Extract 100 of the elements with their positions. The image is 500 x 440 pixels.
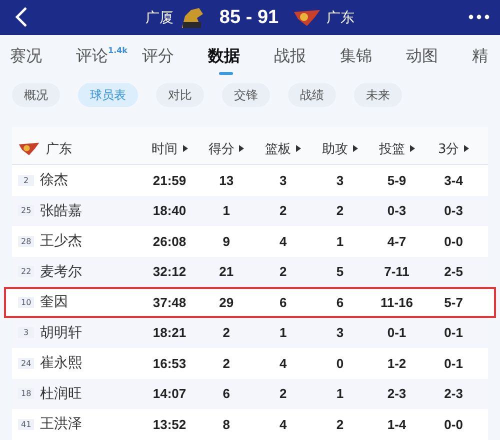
sub-tab[interactable]: 概况 [12,83,60,107]
jersey-number: 18 [18,388,34,400]
player-name[interactable]: 胡明轩 [40,324,82,342]
table-cell-text: 4 [278,356,288,371]
sub-tab[interactable]: 战绩 [288,83,336,107]
column-header[interactable]: 时间 [141,140,198,158]
table-cell-text: 4 [278,416,288,432]
table-cell-text: 0-0 [443,234,464,249]
table-cell-text: 1 [335,234,345,249]
column-header[interactable]: 投篮 [368,140,426,158]
table-cell-text: 14:07 [152,386,188,402]
table-cell-text: 6 [335,294,345,310]
table-cell-text: 5-9 [386,172,408,188]
sort-arrow-icon [410,144,415,152]
tab[interactable]: 评论$^{1.4k}$ [76,43,142,77]
table-cell-text: 21 [218,264,235,280]
table-cell-text: 3-4 [443,172,464,188]
table-cell-text: 13 [218,172,235,188]
column-header[interactable]: 3分 [425,140,482,158]
table-cell-text: 6 [222,386,231,402]
table-cell-text: 2 [335,203,345,218]
table-cell-text: 1 [335,386,345,402]
team-logo-icon [292,8,321,26]
table-cell-text: 16:53 [152,356,188,371]
jersey-number: 24 [18,358,34,369]
table-cell-text: 2 [278,264,288,280]
tab[interactable]: 精 [472,43,500,77]
table-cell-text: 0-3 [443,203,464,218]
table-cell-text: 2-3 [386,386,408,402]
tab[interactable]: 集锦 [340,43,406,77]
tab[interactable]: 评分 [142,43,208,77]
jersey-number: 10 [18,296,34,308]
player-name[interactable]: 徐杰 [40,171,68,190]
sub-tab[interactable]: 对比 [156,83,204,107]
table-cell-text: 13:52 [152,416,188,432]
jersey-number: 41 [18,418,34,430]
table-cell-text: 2 [278,386,288,402]
table-cell-text: 0-1 [386,325,408,340]
column-header[interactable]: 助攻 [312,140,368,158]
table-cell-text: 5 [335,264,345,280]
table-cell-text: 0-0 [443,416,464,432]
table-cell-text: 26:08 [152,234,188,249]
team-name: 广东 [46,140,72,158]
table-cell-text: 0-3 [386,203,408,218]
sub-tab[interactable]: 未来 [354,83,402,107]
table-cell-text: 3 [335,325,345,340]
table-cell-text: 32:12 [152,264,188,280]
sort-arrow-icon [352,144,358,152]
tab[interactable]: 数据 [208,43,274,77]
table-cell-text: 1 [278,325,288,340]
player-name[interactable]: 奎因 [40,293,68,312]
player-name[interactable]: 王少杰 [40,232,82,250]
back-icon[interactable] [14,6,28,28]
table-cell-text: 3 [278,172,288,188]
table-cell-text: 2 [222,356,231,371]
team-logo-icon [18,142,40,156]
table-cell-text: 8 [222,416,231,432]
table-cell-text: 18:21 [152,325,188,340]
sort-arrow-icon [182,144,188,152]
table-cell-text: 5-7 [443,294,464,310]
table-cell-text: 2 [335,416,345,432]
more-icon[interactable] [468,14,490,20]
table-cell-text: 37:48 [152,294,188,310]
sort-arrow-icon [464,144,470,152]
table-cell-text: 2-5 [443,264,464,280]
tab[interactable]: 赛况 [10,43,76,77]
sub-tab[interactable]: 交锋 [222,83,270,107]
table-cell-text: 29 [218,294,235,310]
jersey-number: 25 [18,205,34,216]
jersey-number: 2 [18,174,34,186]
table-cell-text: 0-1 [443,356,464,371]
table-cell-text: 2 [278,203,288,218]
table-cell-text: 0-1 [443,325,464,340]
player-name[interactable]: 王洪泽 [40,415,82,434]
player-name[interactable]: 麦考尔 [40,262,82,281]
table-cell-text: 0 [335,356,345,371]
tab[interactable]: 动图 [406,43,472,77]
jersey-number: 3 [18,327,34,338]
tab[interactable]: 战报 [274,43,340,77]
column-header[interactable]: 篮板 [254,140,312,158]
table-cell-text: 6 [278,294,288,310]
player-name[interactable]: 杜润旺 [40,384,82,403]
team-name: 广东 [326,8,355,26]
table-cell-text: 1 [222,203,231,218]
team-logo-icon [179,6,206,30]
table-cell-text: 4-7 [386,234,408,249]
sort-arrow-icon [239,144,244,152]
table-cell-text: 1-4 [386,416,408,432]
table-cell-text: 2-3 [443,386,464,402]
table-cell-text: 9 [222,234,231,249]
table-cell-text: 4 [278,234,288,249]
table-cell-text: 18:40 [152,203,188,218]
table-cell-text: 3 [335,172,345,188]
table-cell-text: 11-16 [379,294,414,310]
player-name[interactable]: 崔永熙 [40,354,82,372]
score: 85 - 91 [219,6,279,28]
player-name[interactable]: 张皓嘉 [40,202,82,220]
jersey-number: 28 [18,236,34,247]
team-name: 广厦 [145,8,174,26]
column-header[interactable]: 得分 [198,140,255,158]
